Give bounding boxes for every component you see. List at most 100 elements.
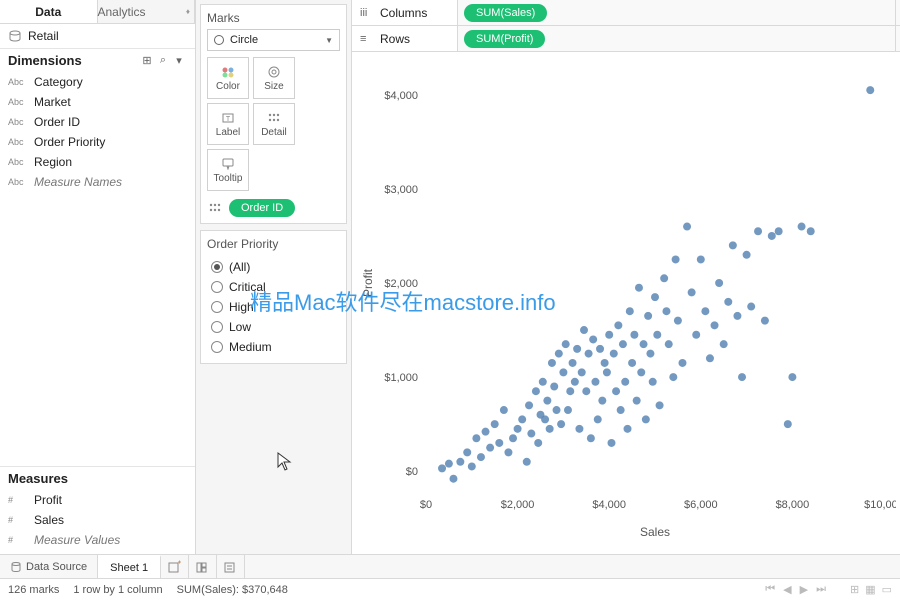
svg-text:$6,000: $6,000	[684, 499, 718, 511]
sheet1-tab[interactable]: Sheet 1	[98, 555, 161, 578]
marks-detail-button[interactable]: Detail	[253, 103, 295, 145]
datasource-icon	[8, 29, 22, 43]
marks-color-label: Color	[216, 81, 240, 92]
measures-header: Measures	[0, 466, 195, 490]
svg-text:$0: $0	[420, 499, 432, 511]
marks-tooltip-label: Tooltip	[214, 173, 243, 184]
view-presentation-icon[interactable]: ▭	[882, 583, 892, 596]
field-type-icon: Abc	[8, 137, 28, 147]
marks-size-button[interactable]: Size	[253, 57, 295, 99]
marks-label-button[interactable]: T Label	[207, 103, 249, 145]
caret-icon: ♦	[186, 7, 190, 16]
datasource-small-icon	[10, 561, 22, 573]
mark-type-value: Circle	[230, 34, 258, 46]
new-story-button[interactable]	[217, 555, 245, 578]
field-name: Sales	[34, 513, 64, 527]
filter-option[interactable]: (All)	[207, 257, 340, 277]
filter-option[interactable]: Medium	[207, 337, 340, 357]
field-item[interactable]: #Profit	[0, 490, 195, 510]
detail-pill[interactable]: Order ID	[229, 199, 295, 217]
label-icon: T	[220, 111, 236, 125]
size-icon	[266, 65, 282, 79]
nav-first-icon[interactable]: ⏮	[765, 583, 775, 596]
field-name: Measure Names	[34, 175, 122, 189]
radio-icon	[211, 321, 223, 333]
rows-pill[interactable]: SUM(Profit)	[464, 30, 545, 48]
radio-icon	[211, 341, 223, 353]
marks-tooltip-button[interactable]: Tooltip	[207, 149, 249, 191]
svg-text:$2,000: $2,000	[384, 278, 418, 290]
status-bar: 126 marks 1 row by 1 column SUM(Sales): …	[0, 578, 900, 600]
search-icon[interactable]: ⌕	[155, 54, 171, 67]
svg-text:$3,000: $3,000	[384, 184, 418, 196]
svg-text:$8,000: $8,000	[776, 499, 810, 511]
field-item[interactable]: Abc Measure Names	[0, 172, 195, 192]
sheet-bar: Data Source Sheet 1	[0, 554, 900, 578]
chart-canvas[interactable]: $0$1,000$2,000$3,000$4,000$0$2,000$4,000…	[356, 58, 896, 554]
nav-prev-icon[interactable]: ◀	[783, 583, 791, 596]
tooltip-icon	[220, 157, 236, 171]
view-grid-icon[interactable]: ⊞	[139, 54, 155, 67]
new-worksheet-button[interactable]	[161, 555, 189, 578]
filter-option-label: Critical	[229, 280, 266, 294]
filter-option-label: Low	[229, 320, 251, 334]
svg-text:$10,000: $10,000	[864, 499, 896, 511]
data-source-label: Data Source	[26, 561, 87, 573]
marks-detail-pill-row: Order ID	[207, 199, 340, 217]
nav-next-icon[interactable]: ▶	[800, 583, 808, 596]
new-dashboard-button[interactable]	[189, 555, 217, 578]
nav-last-icon[interactable]: ⏭	[816, 583, 826, 596]
field-type-icon: #	[8, 515, 28, 525]
data-source-tab[interactable]: Data Source	[0, 555, 98, 578]
mark-type-select[interactable]: Circle ▼	[207, 29, 340, 51]
tab-analytics[interactable]: Analytics ♦	[98, 0, 196, 23]
filter-option[interactable]: Low	[207, 317, 340, 337]
field-name: Category	[34, 75, 83, 89]
filter-option-label: (All)	[229, 260, 250, 274]
menu-caret-icon[interactable]: ▾	[171, 54, 187, 67]
filter-card-title: Order Priority	[207, 237, 340, 251]
svg-text:$2,000: $2,000	[501, 499, 535, 511]
rows-shelf[interactable]: ≡ Rows SUM(Profit)	[352, 26, 900, 52]
field-item[interactable]: AbcMarket	[0, 92, 195, 112]
radio-icon	[211, 301, 223, 313]
tab-data[interactable]: Data	[0, 0, 98, 23]
field-item[interactable]: AbcOrder Priority	[0, 132, 195, 152]
field-type-icon: Abc	[8, 177, 28, 187]
field-item[interactable]: # Sales	[0, 510, 195, 530]
marks-detail-label: Detail	[261, 127, 287, 138]
field-name: Order ID	[34, 115, 80, 129]
measures-title: Measures	[8, 471, 187, 486]
marks-size-label: Size	[264, 81, 283, 92]
field-item[interactable]: AbcCategory	[0, 72, 195, 92]
field-name: Region	[34, 155, 72, 169]
filter-option[interactable]: Critical	[207, 277, 340, 297]
dimensions-title: Dimensions	[8, 53, 139, 68]
filter-option[interactable]: High	[207, 297, 340, 317]
marks-card-title: Marks	[207, 11, 340, 25]
svg-text:$4,000: $4,000	[384, 90, 418, 102]
field-name: Market	[34, 95, 71, 109]
filter-option-label: High	[229, 300, 254, 314]
svg-text:Sales: Sales	[640, 525, 670, 539]
field-item[interactable]: AbcOrder ID	[0, 112, 195, 132]
radio-icon	[211, 261, 223, 273]
marks-label-label: Label	[216, 127, 240, 138]
columns-shelf[interactable]: iii Columns SUM(Sales)	[352, 0, 900, 26]
cards-pane: Marks Circle ▼ Color Size T Label	[196, 0, 352, 554]
field-item[interactable]: #Measure Values	[0, 530, 195, 550]
status-rows: 1 row by 1 column	[73, 584, 162, 596]
nav-controls[interactable]: ⏮ ◀ ▶ ⏭	[765, 583, 826, 596]
filter-option-label: Medium	[229, 340, 272, 354]
view-pane: iii Columns SUM(Sales) ≡ Rows SUM(Profit…	[352, 0, 900, 554]
view-cards-icon[interactable]: ⊞	[850, 583, 859, 596]
dimensions-list: AbcCategoryAbcMarketAbcOrder IDAbcOrder …	[0, 72, 195, 196]
marks-card: Marks Circle ▼ Color Size T Label	[200, 4, 347, 224]
marks-color-button[interactable]: Color	[207, 57, 249, 99]
rows-icon: ≡	[360, 33, 374, 45]
datasource-row[interactable]: Retail	[0, 24, 195, 48]
columns-pill[interactable]: SUM(Sales)	[464, 4, 547, 22]
view-grid2-icon[interactable]: ▦	[865, 583, 875, 596]
svg-text:$1,000: $1,000	[384, 372, 418, 384]
field-item[interactable]: AbcRegion	[0, 152, 195, 172]
